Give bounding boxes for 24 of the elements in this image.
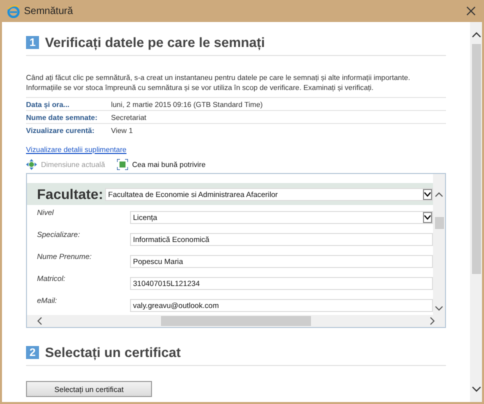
horizontal-scrollbar[interactable]	[27, 315, 445, 327]
scroll-down-icon[interactable]	[472, 386, 480, 392]
step-number: 1	[26, 36, 39, 49]
scroll-down-icon[interactable]	[435, 306, 443, 311]
dropdown-icon	[423, 188, 432, 200]
form-heading: Facultate:	[37, 186, 104, 202]
vertical-scrollbar[interactable]	[470, 22, 482, 402]
fit-frame-icon	[117, 159, 128, 170]
scroll-up-icon[interactable]	[472, 32, 480, 38]
vertical-scrollbar[interactable]	[433, 174, 445, 315]
section-heading: Selectați un certificat	[45, 345, 181, 360]
move-arrows-icon	[26, 159, 37, 170]
scroll-left-icon[interactable]	[37, 317, 42, 325]
step-number: 2	[26, 346, 39, 359]
scroll-thumb[interactable]	[434, 217, 444, 229]
browser-logo-icon	[7, 4, 20, 18]
section-heading: Verificați datele pe care le semnați	[45, 35, 265, 50]
close-icon[interactable]	[466, 6, 476, 16]
window-title: Semnătură	[24, 6, 74, 16]
scroll-thumb[interactable]	[472, 44, 480, 274]
scroll-thumb[interactable]	[161, 316, 311, 326]
scroll-right-icon[interactable]	[430, 317, 435, 325]
dropdown-icon	[423, 212, 432, 222]
scroll-up-icon[interactable]	[435, 192, 443, 197]
